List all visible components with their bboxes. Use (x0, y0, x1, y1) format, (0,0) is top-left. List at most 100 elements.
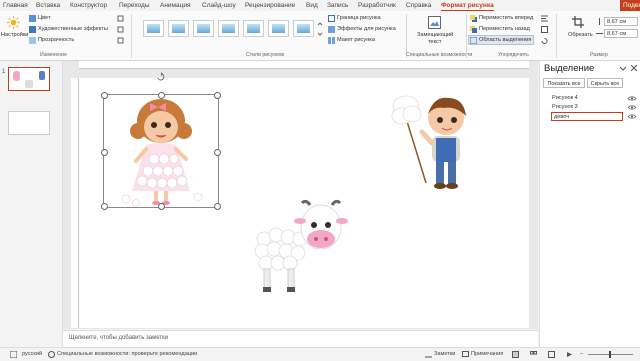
slide-number: 1 (2, 69, 6, 75)
alt-text-button[interactable]: Замещающий (417, 32, 453, 38)
picture-style-3[interactable] (193, 20, 214, 37)
color-icon (29, 15, 36, 22)
transparency-icon (29, 37, 36, 44)
picture-layout-button[interactable]: Макет рисунка (337, 37, 375, 43)
gallery-scroll-icon[interactable] (317, 21, 323, 37)
alt-text-label-2: текст (428, 39, 442, 45)
slide-sorter-icon[interactable] (530, 351, 537, 358)
tab-home[interactable]: Главная (3, 2, 28, 9)
reset-picture-icon[interactable] (117, 37, 124, 44)
slideshow-icon[interactable] (566, 351, 573, 358)
resize-handle[interactable] (101, 92, 108, 99)
width-field[interactable]: 8,67 см (604, 29, 638, 38)
crop-icon (572, 16, 584, 28)
hide-all-button[interactable]: Скрыть все (587, 78, 623, 88)
width-icon (596, 33, 603, 34)
vertical-ruler (71, 78, 79, 328)
height-field[interactable]: 8,67 см (604, 17, 638, 26)
bring-forward-button[interactable]: Переместить вперед (479, 15, 533, 21)
alt-text-icon (428, 16, 441, 29)
artistic-effects-button[interactable]: Художественные эффекты (38, 26, 108, 32)
tab-slideshow[interactable]: Слайд-шоу (202, 2, 236, 9)
group-label-arrange: Упорядочить (498, 52, 529, 58)
picture-style-2[interactable] (168, 20, 189, 37)
notes-button[interactable]: Заметки (434, 351, 455, 357)
rename-item-input[interactable]: девоч (551, 112, 623, 121)
close-icon[interactable] (631, 65, 637, 71)
divider (556, 14, 557, 58)
notes-icon[interactable] (425, 351, 432, 358)
group-label-change: Изменение (40, 52, 67, 58)
notes-placeholder: Щелкните, чтобы добавить заметки (69, 335, 169, 341)
tab-insert[interactable]: Вставка (36, 2, 60, 9)
tab-animation[interactable]: Анимация (160, 2, 191, 9)
spellcheck-icon[interactable] (10, 351, 17, 358)
selection-frame (101, 92, 221, 210)
picture-style-1[interactable] (143, 20, 164, 37)
accessibility-status[interactable]: Специальные возможности: проверьте реком… (57, 351, 197, 357)
slides-pane: 1 (0, 61, 63, 347)
resize-handle[interactable] (214, 203, 221, 210)
horizontal-ruler (79, 61, 529, 69)
eye-icon[interactable] (628, 105, 636, 110)
picture-layout-icon (328, 37, 335, 44)
tab-picture-format[interactable]: Формат рисунка (441, 2, 494, 11)
picture-style-7[interactable] (293, 20, 314, 37)
resize-handle[interactable] (158, 92, 165, 99)
resize-handle[interactable] (101, 203, 108, 210)
slide-thumbnail-1[interactable] (8, 67, 50, 91)
compress-icon[interactable] (117, 15, 124, 22)
boy-picture[interactable] (384, 88, 484, 200)
tab-transitions[interactable]: Переходы (119, 2, 150, 9)
tab-developer[interactable]: Разработчик (358, 2, 396, 9)
selection-pane-button[interactable]: Область выделения (479, 37, 531, 43)
zoom-out-button[interactable]: – (580, 351, 583, 357)
notes-area[interactable]: Щелкните, чтобы добавить заметки (63, 330, 538, 347)
chevron-down-icon[interactable] (620, 65, 626, 71)
resize-handle[interactable] (214, 149, 221, 156)
tab-design[interactable]: Конструктор (70, 2, 107, 9)
tab-help[interactable]: Справка (406, 2, 432, 9)
send-backward-button[interactable]: Переместить назад (479, 26, 530, 32)
selection-item-label[interactable]: Рисунок 3 (552, 104, 578, 110)
comments-icon[interactable] (462, 351, 469, 358)
normal-view-icon[interactable] (512, 351, 519, 358)
tab-record[interactable]: Запись (327, 2, 348, 9)
align-icon[interactable] (541, 15, 548, 22)
rotate-handle-icon[interactable] (156, 72, 166, 82)
resize-handle[interactable] (214, 92, 221, 99)
status-bar: русский Специальные возможности: проверь… (0, 347, 640, 361)
eye-icon[interactable] (628, 96, 636, 101)
picture-style-4[interactable] (218, 20, 239, 37)
resize-handle[interactable] (158, 203, 165, 210)
language-indicator[interactable]: русский (22, 351, 42, 357)
tab-view[interactable]: Вид (306, 2, 318, 9)
sun-settings-icon (7, 16, 20, 29)
tab-review[interactable]: Рецензирование (245, 2, 295, 9)
reading-view-icon[interactable] (548, 351, 555, 358)
eye-icon[interactable] (628, 114, 636, 119)
settings-button[interactable]: Настройки (1, 32, 28, 38)
zoom-slider-thumb[interactable] (609, 351, 611, 358)
rotate-icon[interactable] (541, 37, 548, 44)
selection-item-label[interactable]: Рисунок 4 (552, 95, 578, 101)
share-button[interactable]: Подел (620, 0, 640, 11)
resize-handle[interactable] (101, 149, 108, 156)
selection-pane-title: Выделение (544, 63, 595, 74)
picture-effects-button[interactable]: Эффекты для рисунка (337, 26, 396, 32)
slide[interactable] (79, 72, 529, 328)
picture-style-5[interactable] (243, 20, 264, 37)
accessibility-icon[interactable] (48, 351, 55, 358)
change-picture-icon[interactable] (117, 26, 124, 33)
show-all-button[interactable]: Показать все (543, 78, 585, 88)
slide-thumbnail-2[interactable] (8, 111, 50, 135)
group-label-accessibility: Специальные возможности (406, 52, 473, 58)
picture-style-6[interactable] (268, 20, 289, 37)
picture-border-button[interactable]: Граница рисунка (337, 15, 381, 21)
crop-button[interactable]: Обрезать (568, 32, 593, 38)
comments-button[interactable]: Примечания (471, 351, 503, 357)
color-button[interactable]: Цвет (38, 15, 51, 21)
transparency-button[interactable]: Прозрачность (38, 37, 74, 43)
group-icon[interactable] (541, 26, 548, 33)
cow-picture[interactable] (244, 199, 354, 299)
